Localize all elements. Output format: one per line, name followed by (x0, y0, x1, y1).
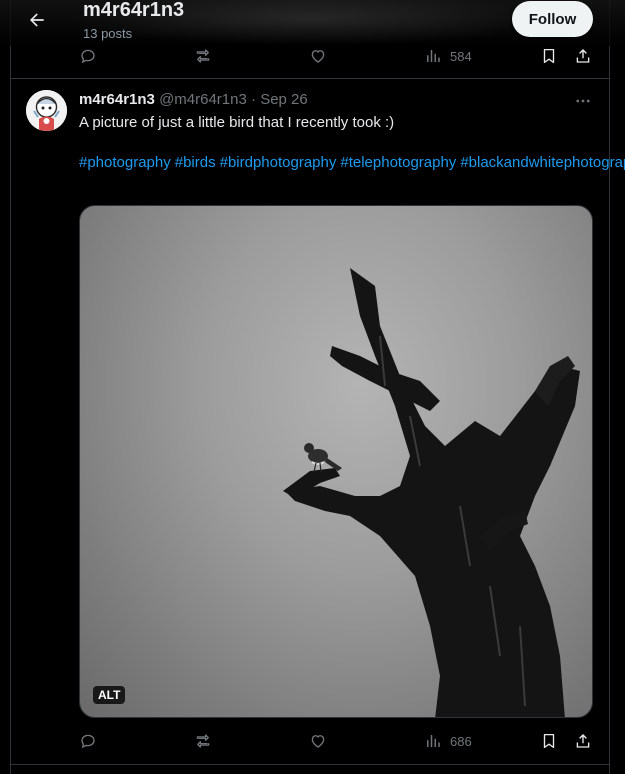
hashtag-link[interactable]: #photography (79, 154, 171, 171)
share-button[interactable] (574, 726, 592, 756)
tweet-header: m4r64r1n3 @m4r64r1n3 · Sep 26 (79, 91, 308, 108)
bookmark-icon (543, 733, 555, 749)
more-options-button[interactable] (572, 90, 594, 112)
retweet-button[interactable] (194, 726, 212, 756)
bird-on-tree-image (283, 268, 580, 717)
tweet-actions: 686 (0, 726, 625, 756)
retweet-icon (196, 49, 210, 63)
header-posts-count: 13 posts (83, 26, 133, 41)
tweet-separator: · (251, 91, 257, 108)
views-button[interactable]: 686 (424, 726, 472, 756)
avatar-image (26, 90, 67, 131)
heart-icon (311, 735, 325, 748)
bookmark-button[interactable] (540, 726, 558, 756)
avatar[interactable] (26, 90, 67, 131)
reply-icon (81, 49, 95, 64)
reply-icon (81, 734, 95, 749)
views-count: 686 (450, 733, 472, 749)
views-count: 584 (450, 48, 472, 64)
hashtag-link[interactable]: #blackandwhitephotography (460, 154, 625, 171)
post-divider (10, 78, 610, 79)
post-divider (10, 764, 610, 765)
follow-button[interactable]: Follow (512, 1, 593, 37)
views-chart-icon (427, 50, 440, 62)
hashtag-link[interactable]: #birdphotography (220, 154, 337, 171)
arrow-left-icon (30, 13, 44, 27)
share-icon (576, 49, 590, 63)
more-dots-icon (576, 99, 590, 103)
heart-icon (311, 50, 325, 63)
tweet-author-handle[interactable]: @m4r64r1n3 (159, 91, 247, 108)
tweet-author-name[interactable]: m4r64r1n3 (79, 91, 155, 108)
bookmark-icon (543, 48, 555, 64)
like-button[interactable] (309, 726, 327, 756)
share-icon (576, 734, 590, 748)
alt-text-badge[interactable]: ALT (93, 686, 126, 704)
retweet-icon (196, 734, 210, 748)
reply-button[interactable] (79, 726, 97, 756)
tweet-photo[interactable]: ALT (79, 205, 593, 718)
hashtag-link[interactable]: #telephotography (340, 154, 456, 171)
tweet-text: A picture of just a little bird that I r… (79, 114, 395, 131)
views-chart-icon (427, 735, 440, 747)
hashtag-link[interactable]: #birds (175, 154, 216, 171)
tweet-date[interactable]: Sep 26 (260, 91, 308, 108)
profile-header: m4r64r1n3 13 posts Follow (0, 0, 625, 46)
tweet-hashtags: #photography #birds #birdphotography #telep… (79, 153, 625, 173)
header-profile-name: m4r64r1n3 (83, 0, 185, 21)
back-button[interactable] (22, 5, 52, 35)
